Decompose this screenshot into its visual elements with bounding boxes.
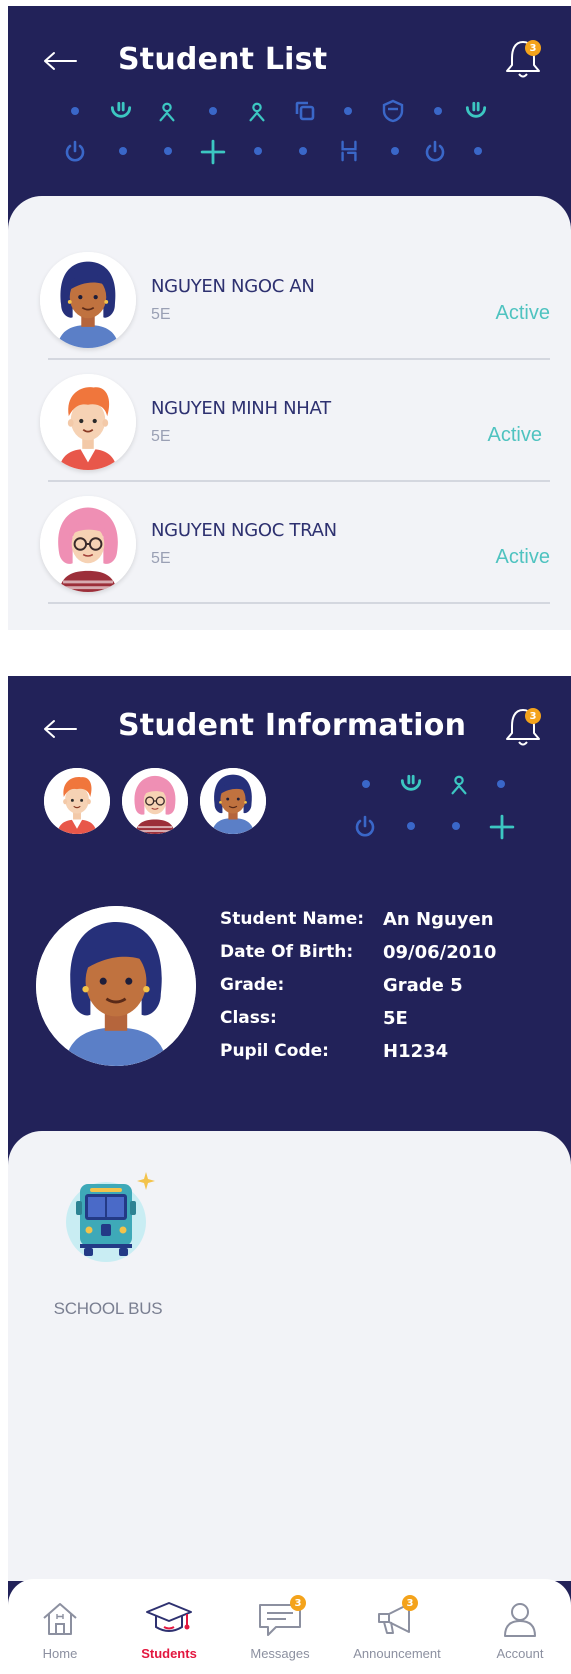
student-row[interactable]: NGUYEN NGOC AN 5E Active: [40, 240, 550, 360]
info-label: Class:: [220, 1008, 277, 1028]
info-value: 09/06/2010: [383, 942, 497, 963]
decorative-pattern: [38, 91, 538, 186]
home-icon: [43, 1603, 77, 1635]
row-divider: [48, 358, 550, 360]
school-bus-service[interactable]: SCHOOL BUS: [48, 1166, 168, 1318]
pattern-icons: [65, 99, 487, 165]
graduation-cap-icon: [146, 1602, 192, 1632]
page-title: Student List: [118, 42, 328, 77]
student-class: 5E: [151, 428, 171, 445]
tab-badge: 3: [402, 1595, 418, 1611]
info-value: 5E: [383, 1008, 408, 1029]
student-info-screen: Student Information 3 Student Name: An N…: [8, 676, 571, 1674]
student-switch-avatar[interactable]: [122, 768, 188, 834]
student-row[interactable]: NGUYEN NGOC TRAN 5E Active: [40, 484, 550, 604]
info-value: H1234: [383, 1041, 449, 1062]
page-title: Student Information: [118, 708, 467, 743]
info-label: Pupil Code:: [220, 1041, 329, 1061]
tab-label: Account: [496, 1646, 544, 1661]
student-class: 5E: [151, 306, 171, 323]
student-switch-avatar[interactable]: [44, 768, 110, 834]
bottom-tab-bar: Home Students 3 Messages 3 Announcement …: [8, 1579, 571, 1674]
student-list: NGUYEN NGOC AN 5E Active NGUYEN MINH NHA…: [8, 196, 571, 630]
info-label: Student Name:: [220, 909, 365, 929]
school-bus-icon: [66, 1172, 155, 1262]
student-switch-avatar[interactable]: [200, 768, 266, 834]
info-label: Grade:: [220, 975, 285, 995]
tab-home[interactable]: Home: [10, 1579, 110, 1674]
user-icon: [504, 1603, 536, 1637]
info-value: An Nguyen: [383, 909, 494, 930]
tab-label: Announcement: [353, 1646, 441, 1661]
tab-messages[interactable]: 3 Messages: [230, 1579, 330, 1674]
student-avatar: [40, 374, 136, 470]
service-label: SCHOOL BUS: [53, 1299, 163, 1318]
student-class: 5E: [151, 550, 171, 567]
tab-label: Home: [42, 1646, 78, 1661]
tab-announcement[interactable]: 3 Announcement: [342, 1579, 452, 1674]
pattern-icons: [355, 774, 515, 840]
student-name: NGUYEN MINH NHAT: [151, 398, 331, 419]
tab-label: Students: [141, 1646, 197, 1661]
notification-badge: 3: [525, 708, 541, 724]
info-label: Date Of Birth:: [220, 942, 354, 962]
info-value: Grade 5: [383, 975, 463, 996]
student-row[interactable]: NGUYEN MINH NHAT 5E Active: [40, 362, 550, 482]
status-badge: Active: [487, 424, 542, 446]
tab-badge: 3: [290, 1595, 306, 1611]
student-avatar: [40, 496, 136, 592]
arrow-left-icon: [44, 52, 77, 70]
row-divider: [48, 602, 550, 604]
decorative-pattern: [326, 756, 556, 851]
student-photo: [36, 906, 196, 1066]
notification-button[interactable]: 3: [503, 38, 547, 82]
student-list-screen: Student List 3 NGUYEN NGOC AN 5E Active …: [8, 6, 571, 630]
back-button[interactable]: [40, 712, 80, 746]
arrow-left-icon: [44, 720, 77, 738]
back-button[interactable]: [40, 44, 80, 78]
status-badge: Active: [495, 546, 550, 568]
student-avatar: [40, 252, 136, 348]
row-divider: [48, 480, 550, 482]
notification-button[interactable]: 3: [503, 706, 547, 750]
student-name: NGUYEN NGOC TRAN: [151, 520, 337, 541]
status-badge: Active: [495, 302, 550, 324]
tab-label: Messages: [250, 1646, 310, 1661]
notification-badge: 3: [525, 40, 541, 56]
student-name: NGUYEN NGOC AN: [151, 276, 315, 297]
tab-account[interactable]: Account: [470, 1579, 570, 1674]
tab-students[interactable]: Students: [119, 1579, 219, 1674]
services-panel: SCHOOL BUS: [8, 1131, 571, 1581]
